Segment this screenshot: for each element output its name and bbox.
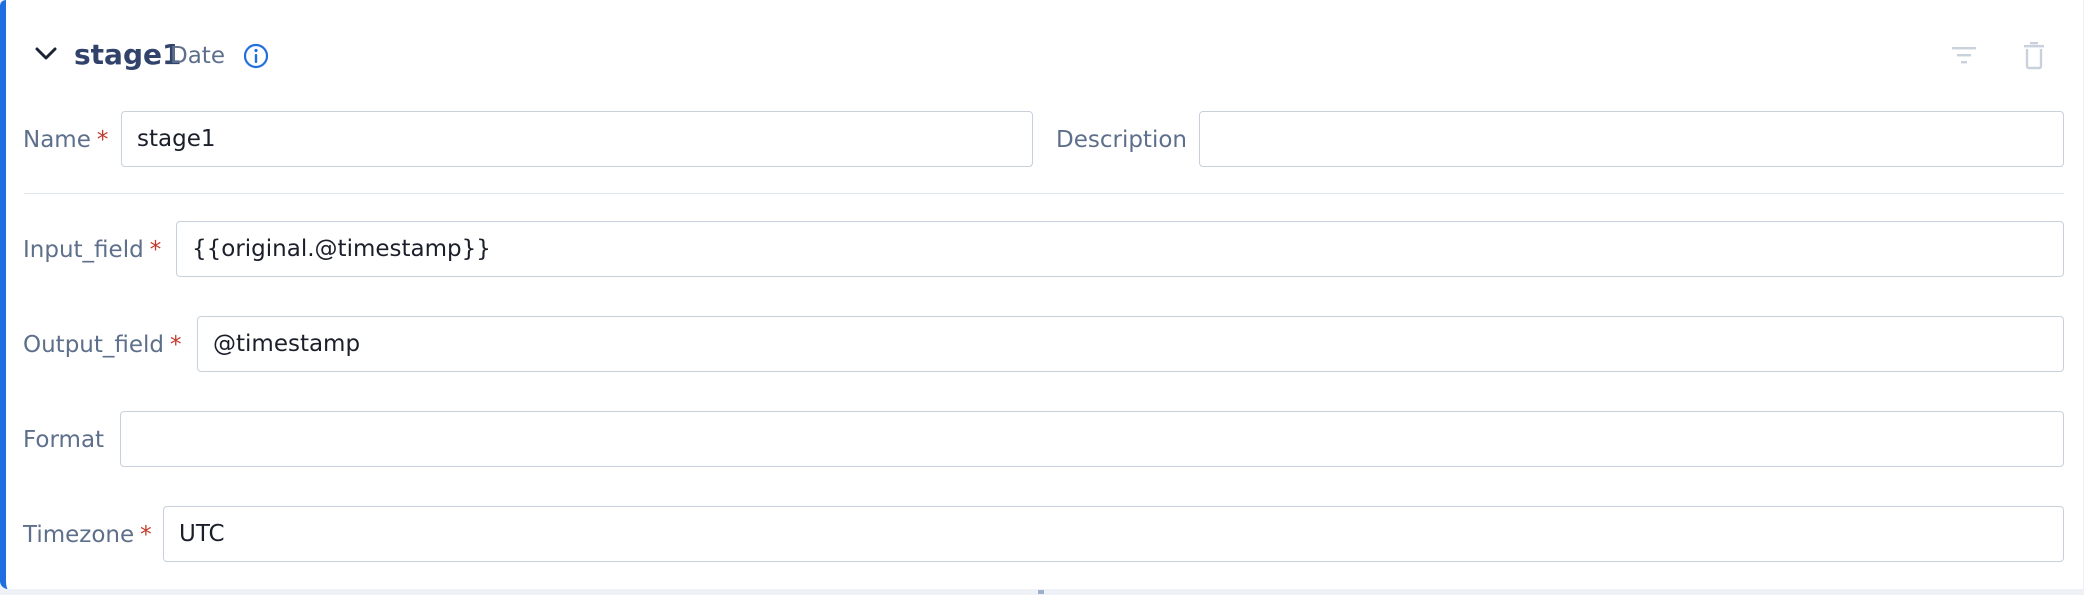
name-required-mark: * — [96, 127, 109, 153]
input-field-label: Input_field * — [23, 235, 161, 265]
output-field-required-mark: * — [170, 332, 182, 358]
description-input[interactable] — [1199, 111, 2064, 167]
description-label: Description — [1056, 125, 1187, 155]
input-field-input[interactable] — [176, 221, 2064, 277]
output-field-label-text: Output_field — [23, 332, 165, 358]
stage-header: stage1 Date — [6, 0, 2083, 112]
trash-icon[interactable] — [2020, 40, 2048, 70]
name-input[interactable] — [121, 111, 1033, 167]
stage-card: stage1 Date Name * stage1 Description In… — [0, 0, 2083, 589]
timezone-required-mark: * — [140, 522, 152, 548]
info-icon[interactable] — [242, 42, 270, 70]
format-label: Format — [23, 425, 104, 455]
output-field-label: Output_field * — [23, 330, 182, 360]
output-field-input[interactable] — [197, 316, 2064, 372]
input-field-required-mark: * — [149, 237, 162, 263]
format-label-text: Format — [23, 427, 105, 453]
stage-title: stage1 — [74, 38, 182, 71]
name-label: Name * — [23, 125, 108, 155]
chevron-down-icon[interactable] — [32, 40, 60, 68]
stage-type-label: Date — [170, 43, 225, 69]
timezone-label-text: Timezone — [23, 522, 135, 548]
description-label-text: Description — [1056, 127, 1187, 153]
format-input[interactable] — [120, 411, 2064, 467]
scroll-indicator — [1038, 590, 1044, 594]
input-field-label-text: Input_field — [23, 237, 144, 263]
timezone-label: Timezone * — [23, 520, 152, 550]
name-label-text: Name — [23, 127, 91, 153]
timezone-input[interactable] — [163, 506, 2064, 562]
filter-icon[interactable] — [1949, 42, 1979, 68]
section-divider — [24, 193, 2064, 194]
